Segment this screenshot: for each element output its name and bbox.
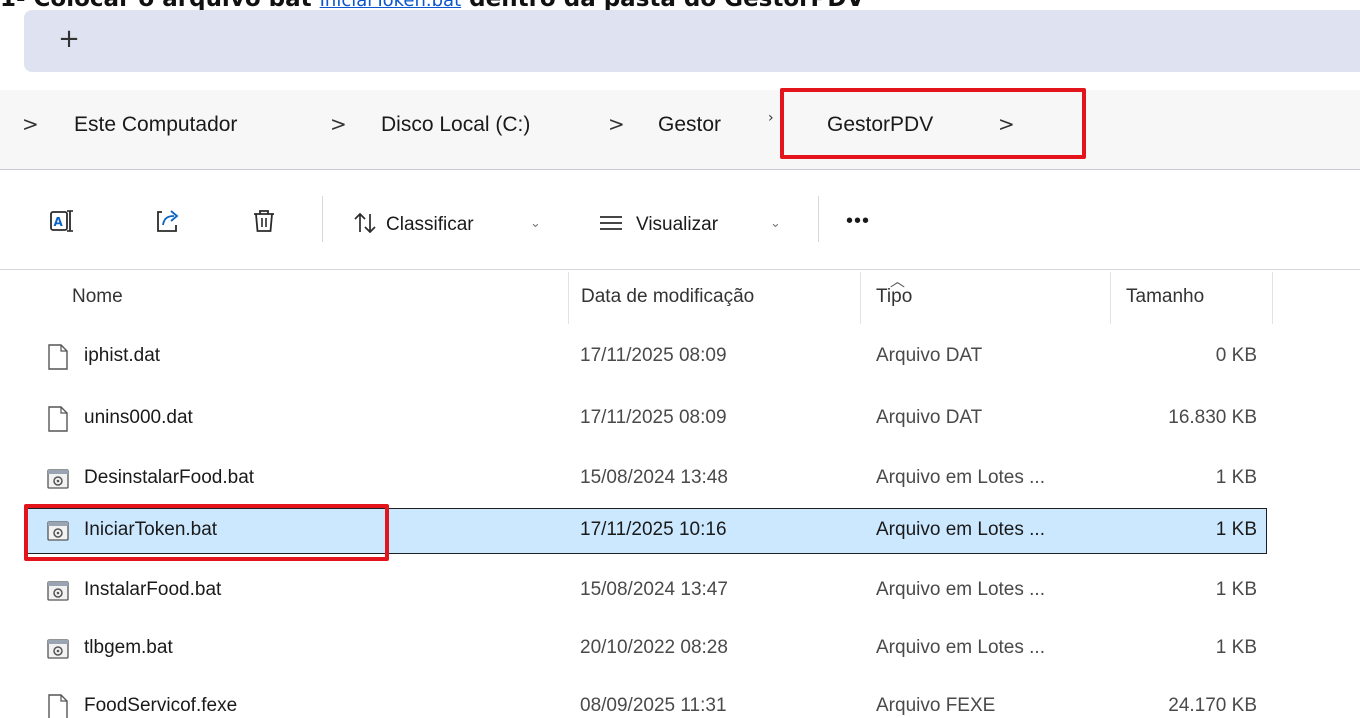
file-size: 1 KB [1215,579,1257,600]
chevron-right-icon[interactable]: > [330,112,347,136]
file-row[interactable]: unins000.dat 17/11/2025 08:09 Arquivo DA… [24,396,1267,442]
share-icon[interactable] [154,207,182,235]
breadcrumb-item-este-computador[interactable]: Este Computador [74,113,237,137]
file-row[interactable]: DesinstalarFood.bat 15/08/2024 13:48 Arq… [24,456,1267,502]
highlight-box-folder [780,88,1086,159]
file-size: 1 KB [1215,637,1257,658]
chevron-down-icon[interactable]: ⌄ [770,216,781,231]
file-row[interactable]: tlbgem.bat 20/10/2022 08:28 Arquivo em L… [24,626,1267,672]
view-lines-icon[interactable] [598,212,624,234]
sort-icon[interactable] [352,210,378,236]
batch-file-icon [47,469,69,489]
file-type: Arquivo em Lotes ... [876,467,1045,488]
breadcrumb: > Este Computador > Disco Local (C:) > G… [0,90,1360,170]
file-type: Arquivo em Lotes ... [876,579,1045,600]
file-row[interactable]: iphist.dat 17/11/2025 08:09 Arquivo DAT … [24,334,1267,380]
file-type: Arquivo DAT [876,345,983,366]
file-row[interactable]: FoodServicof.fexe 08/09/2025 11:31 Arqui… [24,684,1267,718]
file-name: FoodServicof.fexe [84,695,238,716]
column-header-modified[interactable]: Data de modificação [581,286,754,308]
tab-strip: + [24,10,1360,72]
file-modified: 20/10/2022 08:28 [580,637,728,658]
column-header-name[interactable]: Nome [72,286,123,308]
trash-icon[interactable] [250,207,278,235]
file-type: Arquivo DAT [876,407,983,428]
sort-button[interactable]: Classificar [386,214,474,236]
file-icon [48,406,68,432]
file-modified: 15/08/2024 13:48 [580,467,728,488]
svg-text:A: A [54,215,64,229]
file-name: iphist.dat [84,345,161,366]
batch-file-icon [47,639,69,659]
batch-file-icon [47,581,69,601]
file-size: 0 KB [1215,345,1257,366]
file-modified: 17/11/2025 10:16 [580,519,727,540]
toolbar-divider [818,196,819,242]
file-icon [48,694,68,718]
chevron-right-icon[interactable]: › [768,110,774,126]
file-size: 24.170 KB [1168,695,1257,716]
file-name: InstalarFood.bat [84,579,222,600]
file-size: 1 KB [1215,467,1257,488]
chevron-right-icon[interactable]: > [22,112,39,136]
file-icon [48,344,68,370]
rename-icon[interactable]: A [48,207,76,235]
file-size: 1 KB [1215,519,1257,540]
column-divider[interactable] [1110,272,1111,324]
column-header-size[interactable]: Tamanho [1126,286,1204,308]
file-row[interactable]: InstalarFood.bat 15/08/2024 13:47 Arquiv… [24,568,1267,614]
file-size: 16.830 KB [1168,407,1257,428]
chevron-down-icon[interactable]: ⌄ [530,216,541,231]
file-type: Arquivo em Lotes ... [876,519,1045,540]
more-options-button[interactable]: ••• [846,210,870,233]
file-modified: 15/08/2024 13:47 [580,579,728,600]
file-type: Arquivo em Lotes ... [876,637,1045,658]
file-name: unins000.dat [84,407,193,428]
file-type: Arquivo FEXE [876,695,996,716]
view-button[interactable]: Visualizar [636,214,718,236]
file-name: tlbgem.bat [84,637,173,658]
file-modified: 17/11/2025 08:09 [580,345,727,366]
column-divider[interactable] [568,272,569,324]
file-modified: 08/09/2025 11:31 [580,695,727,716]
column-divider[interactable] [1272,272,1273,324]
column-divider[interactable] [860,272,861,324]
sort-ascending-icon: ︿ [890,272,906,290]
highlight-box-file [24,504,389,561]
breadcrumb-item-gestor[interactable]: Gestor [658,113,721,137]
new-tab-button[interactable]: + [54,24,84,54]
chevron-right-icon[interactable]: > [608,112,625,136]
toolbar-divider [322,196,323,242]
file-modified: 17/11/2025 08:09 [580,407,727,428]
file-name: DesinstalarFood.bat [84,467,255,488]
breadcrumb-item-disco-local[interactable]: Disco Local (C:) [381,113,530,137]
